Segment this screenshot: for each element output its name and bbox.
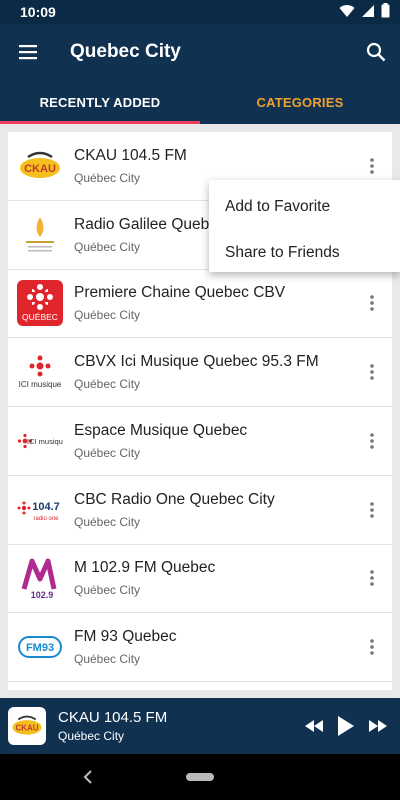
- battery-icon: [381, 3, 390, 21]
- m-1029-logo: 102.9: [16, 554, 64, 602]
- espace-musique-logo: ICI musique: [16, 417, 64, 465]
- station-city: Québec City: [74, 445, 141, 460]
- list-item[interactable]: 102.9 M 102.9 FM Quebec Québec City: [8, 545, 392, 614]
- more-vert-icon[interactable]: [352, 270, 392, 338]
- system-nav-bar: [0, 754, 400, 800]
- hamburger-menu-icon[interactable]: [0, 24, 56, 80]
- ici-musique-logo: ICI musique: [16, 348, 64, 396]
- wifi-icon: [339, 4, 355, 21]
- list-item[interactable]: ICI musique CBVX Ici Musique Quebec 95.3…: [8, 338, 392, 407]
- station-name: FM 93 Quebec: [74, 628, 177, 646]
- signal-icon: [361, 4, 375, 21]
- premiere-logo-text: QUÉBEC: [22, 312, 58, 322]
- add-to-favorite-menu-item[interactable]: Add to Favorite: [209, 184, 400, 230]
- ici-musique-logo-text: ICI musique: [19, 380, 62, 389]
- fast-forward-icon[interactable]: [362, 698, 394, 754]
- station-name: CKAU 104.5 FM: [74, 146, 187, 164]
- search-icon[interactable]: [352, 24, 400, 80]
- list-item[interactable]: 104.7 radio one CBC Radio One Quebec Cit…: [8, 476, 392, 545]
- ckau-logo-text: CKAU: [24, 163, 56, 175]
- station-name: CBC Radio One Quebec City: [74, 490, 275, 508]
- play-icon[interactable]: [330, 698, 362, 754]
- station-city: Québec City: [74, 652, 141, 667]
- player-station-city: Québec City: [58, 729, 125, 743]
- station-name: CBVX Ici Musique Quebec 95.3 FM: [74, 353, 319, 371]
- status-bar: 10:09: [0, 0, 400, 24]
- station-city: Québec City: [74, 514, 141, 529]
- cbc-radio-one-logo: 104.7 radio one: [16, 486, 64, 534]
- player-logo-text: CKAU: [15, 723, 38, 732]
- station-city: Québec City: [74, 308, 141, 323]
- station-name: M 102.9 FM Quebec: [74, 559, 216, 577]
- fm93-logo-text: FM93: [26, 642, 54, 654]
- more-vert-icon[interactable]: [352, 407, 392, 475]
- espace-musique-logo-text: ICI musique: [27, 437, 63, 446]
- player-station-logo: CKAU: [8, 707, 46, 745]
- more-vert-icon[interactable]: [352, 338, 392, 406]
- more-vert-icon[interactable]: [352, 613, 392, 681]
- home-pill-icon[interactable]: [186, 773, 214, 781]
- tab-categories[interactable]: CATEGORIES: [200, 80, 400, 124]
- station-city: Québec City: [74, 583, 141, 598]
- tab-bar: RECENTLY ADDED CATEGORIES: [0, 80, 400, 124]
- station-name: Espace Musique Quebec: [74, 421, 248, 439]
- page-title: Quebec City: [70, 41, 181, 62]
- rewind-icon[interactable]: [298, 698, 330, 754]
- m-logo-freq: 102.9: [31, 590, 54, 600]
- player-station-name: CKAU 104.5 FM: [58, 709, 168, 726]
- app-bar: Quebec City: [0, 24, 400, 80]
- cbc-logo-freq: 104.7: [32, 501, 60, 513]
- status-time: 10:09: [20, 4, 56, 20]
- back-icon[interactable]: [78, 766, 98, 788]
- station-options-menu: Add to Favorite Share to Friends: [209, 180, 400, 272]
- mini-player[interactable]: CKAU CKAU 104.5 FM Québec City: [0, 698, 400, 754]
- list-item[interactable]: FM93 FM 93 Quebec Québec City: [8, 613, 392, 682]
- fm93-logo: FM93: [16, 623, 64, 671]
- premiere-chaine-logo: QUÉBEC: [16, 279, 64, 327]
- list-item[interactable]: ICI musique Espace Musique Quebec Québec…: [8, 407, 392, 476]
- list-item[interactable]: QUÉBEC Premiere Chaine Quebec CBV Québec…: [8, 270, 392, 339]
- station-name: Premiere Chaine Quebec CBV: [74, 284, 286, 302]
- more-vert-icon[interactable]: [352, 476, 392, 544]
- share-to-friends-menu-item[interactable]: Share to Friends: [209, 230, 400, 276]
- more-vert-icon[interactable]: [352, 545, 392, 613]
- cbc-logo-sub: radio one: [33, 516, 59, 522]
- ckau-logo: CKAU: [16, 142, 64, 190]
- tab-recently-added[interactable]: RECENTLY ADDED: [0, 80, 200, 124]
- radio-galilee-logo: [16, 211, 64, 259]
- station-city: Québec City: [74, 377, 141, 392]
